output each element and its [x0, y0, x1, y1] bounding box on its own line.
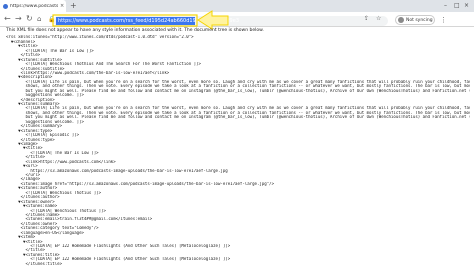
back-icon[interactable]: ←	[4, 13, 11, 25]
xml-viewer: This XML file does not appear to have an…	[6, 28, 470, 280]
close-window-icon[interactable]: ×	[464, 1, 469, 11]
profile-label: Not syncing	[406, 17, 433, 23]
lock-icon[interactable]: 🔒	[48, 14, 55, 26]
home-icon[interactable]: ⌂	[37, 13, 41, 25]
maximize-icon[interactable]: □	[454, 1, 460, 11]
url-text[interactable]: https://www.podcasts.com/rss_feed/d195d2…	[58, 17, 239, 25]
tab-title: https://www.podcasts.com/rss_...	[10, 3, 58, 9]
new-tab-icon[interactable]: +	[70, 1, 77, 11]
avatar	[398, 17, 404, 23]
share-icon[interactable]: ⇪	[364, 13, 369, 25]
xml-document-tree: <rss xmlns:itunes="http://www.itunes.com…	[6, 35, 470, 266]
menu-icon[interactable]: ⋮	[440, 14, 447, 26]
bookmark-star-icon[interactable]: ☆	[376, 13, 381, 25]
style-notice: This XML file does not appear to have an…	[6, 28, 264, 33]
tab-strip: https://www.podcasts.com/rss_... × + – □…	[0, 0, 474, 12]
browser-toolbar: ← → ↻ ⌂ 🔒 https://www.podcasts.com/rss_f…	[0, 12, 474, 27]
forward-icon[interactable]: →	[15, 13, 22, 25]
xml-line: </itunes:title>	[6, 261, 63, 266]
profile-button[interactable]: Not syncing	[395, 15, 435, 25]
browser-tab[interactable]: https://www.podcasts.com/rss_... ×	[0, 0, 66, 12]
globe-icon	[3, 3, 8, 9]
tab-close-icon[interactable]: ×	[60, 3, 64, 9]
reload-icon[interactable]: ↻	[26, 13, 33, 25]
minimize-icon[interactable]: –	[444, 1, 447, 11]
